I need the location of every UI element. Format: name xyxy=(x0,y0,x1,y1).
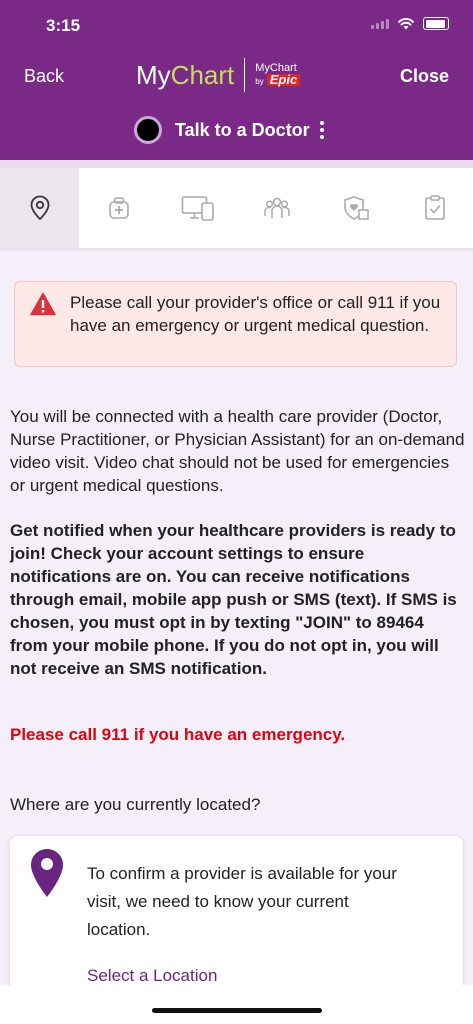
location-explanation: To confirm a provider is available for y… xyxy=(87,864,397,939)
intro-paragraph: You will be connected with a health care… xyxy=(10,407,465,495)
warning-icon xyxy=(30,292,56,316)
logo-divider xyxy=(244,58,246,92)
step-tab-bar xyxy=(0,160,473,248)
tab-devices[interactable] xyxy=(158,168,237,248)
tab-questionnaire[interactable] xyxy=(395,168,473,248)
logo-sub-by: by xyxy=(255,77,264,86)
logo-my: My xyxy=(136,59,171,90)
location-pin-icon xyxy=(31,849,63,897)
clipboard-check-icon xyxy=(424,195,445,220)
people-icon xyxy=(263,197,290,218)
status-icons xyxy=(371,17,449,30)
notification-paragraph: Get notified when your healthcare provid… xyxy=(10,521,457,678)
cellular-signal-icon xyxy=(371,18,389,29)
close-button[interactable]: Close xyxy=(400,66,449,87)
epic-wordmark: Epic xyxy=(266,73,301,86)
tab-people[interactable] xyxy=(237,168,316,248)
logo-chart: Chart xyxy=(170,59,235,90)
select-location-link[interactable]: Select a Location xyxy=(87,966,217,986)
shield-heart-icon xyxy=(343,196,369,220)
visit-title: Talk to a Doctor xyxy=(175,119,310,140)
back-button[interactable]: Back xyxy=(24,66,64,87)
wifi-icon xyxy=(398,17,414,30)
tab-location[interactable] xyxy=(0,168,79,248)
location-card: To confirm a provider is available for y… xyxy=(10,836,463,996)
home-indicator[interactable] xyxy=(152,1008,322,1013)
mychart-by-epic-logo: MyChart by Epic xyxy=(255,62,301,88)
mychart-logo: My Chart MyChart by Epic xyxy=(136,58,301,92)
tab-coverage[interactable] xyxy=(316,168,395,248)
app-header: 3:15 Back My Chart MyChart by Epic Close … xyxy=(0,0,473,160)
location-pin-icon xyxy=(30,195,49,221)
tab-medical[interactable] xyxy=(79,168,158,248)
alert-message: Please call your provider's office or ca… xyxy=(70,293,441,335)
location-question: Where are you currently located? xyxy=(10,795,261,814)
medical-bag-icon xyxy=(108,197,129,219)
battery-icon xyxy=(423,17,449,30)
more-options-icon[interactable] xyxy=(319,121,324,139)
devices-icon xyxy=(181,196,214,221)
home-indicator-area xyxy=(0,985,473,1024)
status-time: 3:15 xyxy=(46,16,81,35)
avatar xyxy=(134,116,162,144)
visit-selector[interactable]: Talk to a Doctor xyxy=(134,116,324,144)
emergency-alert: Please call your provider's office or ca… xyxy=(14,281,457,367)
emergency-notice: Please call 911 if you have an emergency… xyxy=(10,725,346,744)
